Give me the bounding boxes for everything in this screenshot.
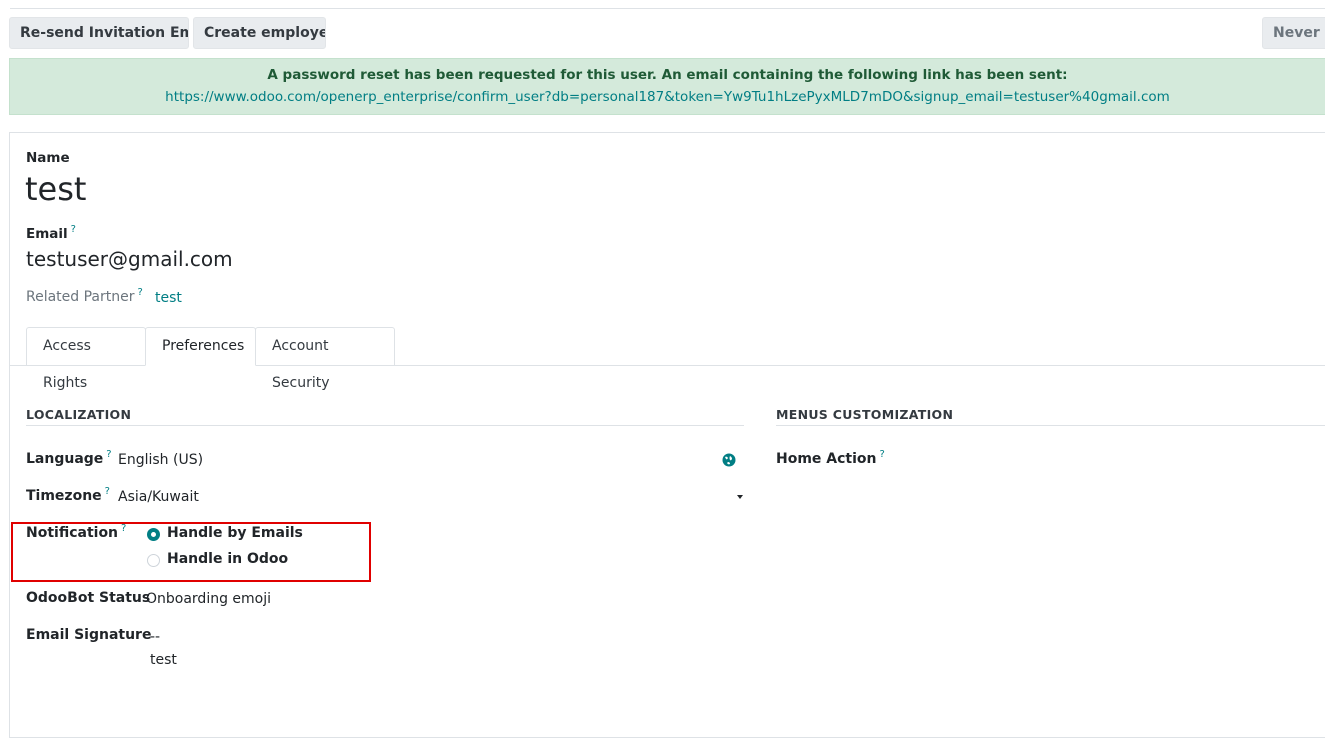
caret-down-icon[interactable] bbox=[737, 495, 743, 499]
home-action-label-text: Home Action bbox=[776, 451, 877, 467]
tab-preferences[interactable]: Preferences bbox=[145, 327, 256, 366]
home-action-label: Home Action? bbox=[776, 449, 885, 467]
related-partner-link[interactable]: test bbox=[155, 290, 182, 306]
language-label-text: Language bbox=[26, 451, 104, 467]
password-reset-alert: A password reset has been requested for … bbox=[9, 58, 1325, 115]
timezone-label-text: Timezone bbox=[26, 488, 102, 504]
email-label: Email? bbox=[26, 224, 76, 242]
localization-title: LOCALIZATION bbox=[26, 407, 132, 422]
timezone-label: Timezone? bbox=[26, 486, 110, 504]
email-signature-label: Email Signature bbox=[26, 627, 152, 643]
globe-icon[interactable] bbox=[722, 453, 736, 467]
form-sheet bbox=[9, 132, 1325, 738]
related-partner-label: Related Partner? bbox=[26, 287, 143, 305]
menus-customization-title: MENUS CUSTOMIZATION bbox=[776, 407, 954, 422]
notification-highlight-box bbox=[11, 522, 371, 582]
localization-divider bbox=[26, 425, 744, 426]
name-label: Name bbox=[26, 150, 70, 166]
odoobot-status-label: OdooBot Status bbox=[26, 590, 151, 606]
language-help-icon[interactable]: ? bbox=[106, 449, 111, 460]
tab-account-security[interactable]: Account Security bbox=[255, 327, 395, 391]
home-action-help-icon[interactable]: ? bbox=[880, 449, 885, 460]
language-label: Language? bbox=[26, 449, 112, 467]
timezone-help-icon[interactable]: ? bbox=[105, 486, 110, 497]
alert-message: A password reset has been requested for … bbox=[267, 67, 1068, 83]
email-value[interactable]: testuser@gmail.com bbox=[26, 247, 233, 271]
email-signature-line1[interactable]: -- bbox=[150, 629, 160, 645]
tab-access-rights[interactable]: Access Rights bbox=[26, 327, 146, 391]
email-label-text: Email bbox=[26, 226, 68, 242]
related-partner-help-icon[interactable]: ? bbox=[138, 287, 143, 298]
odoobot-status-select[interactable]: Onboarding emoji bbox=[146, 591, 271, 607]
timezone-select[interactable]: Asia/Kuwait bbox=[118, 489, 199, 505]
email-help-icon[interactable]: ? bbox=[71, 224, 76, 235]
language-select[interactable]: English (US) bbox=[118, 452, 203, 468]
menus-customization-divider bbox=[776, 425, 1325, 426]
top-divider bbox=[10, 8, 1325, 9]
never-button[interactable]: Never C bbox=[1262, 17, 1325, 49]
related-partner-label-text: Related Partner bbox=[26, 289, 135, 305]
email-signature-line2[interactable]: test bbox=[150, 652, 177, 668]
resend-invitation-button[interactable]: Re-send Invitation Email bbox=[9, 17, 189, 49]
create-employee-button[interactable]: Create employee bbox=[193, 17, 326, 49]
alert-link[interactable]: https://www.odoo.com/openerp_enterprise/… bbox=[10, 89, 1325, 105]
name-value[interactable]: test bbox=[25, 170, 86, 208]
